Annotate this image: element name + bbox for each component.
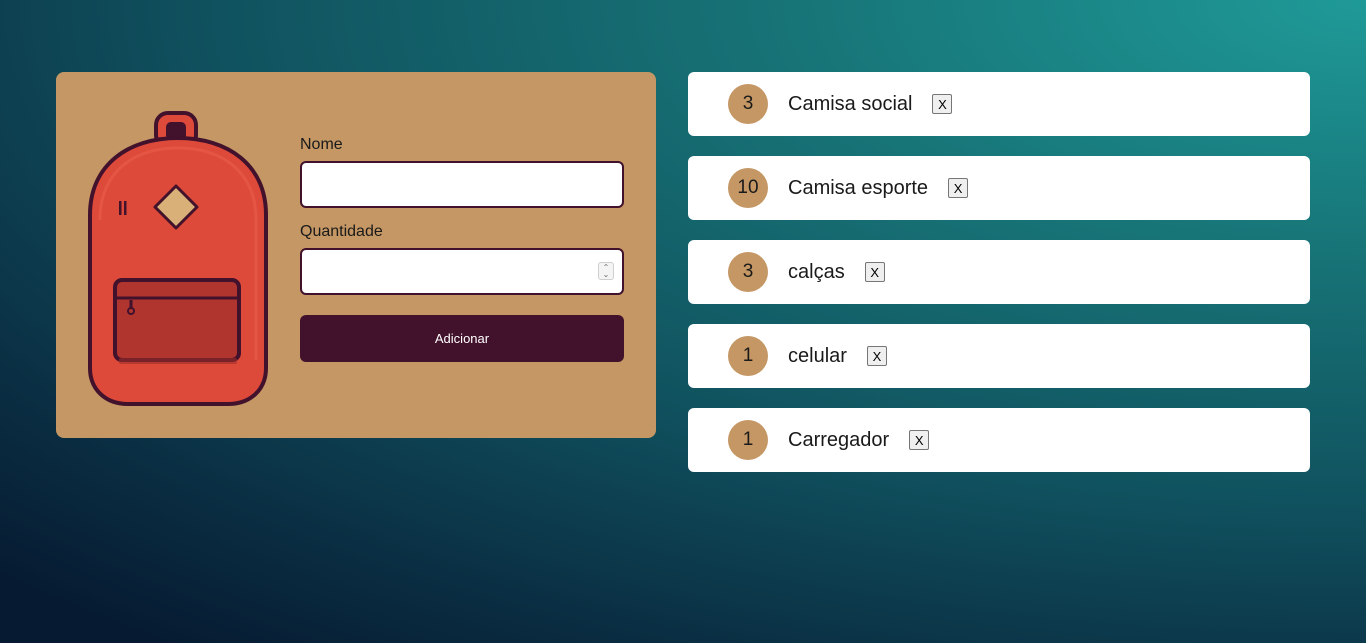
item-name: calças bbox=[788, 260, 845, 283]
quantity-field: ⌃ ⌄ bbox=[300, 248, 624, 295]
add-item-form: Nome Quantidade ⌃ ⌄ Adicionar bbox=[300, 136, 624, 362]
quantity-badge: 1 bbox=[728, 336, 768, 376]
remove-button[interactable]: X bbox=[864, 262, 885, 282]
list-item: 10 Camisa esporte X bbox=[688, 156, 1310, 220]
quantity-badge: 10 bbox=[728, 168, 768, 208]
list-item: 3 calças X bbox=[688, 240, 1310, 304]
list-item: 1 celular X bbox=[688, 324, 1310, 388]
remove-button[interactable]: X bbox=[932, 94, 953, 114]
quantity-badge: 3 bbox=[728, 84, 768, 124]
remove-button[interactable]: X bbox=[866, 346, 887, 366]
list-item: 3 Camisa social X bbox=[688, 72, 1310, 136]
quantity-badge: 1 bbox=[728, 420, 768, 460]
remove-button[interactable]: X bbox=[909, 430, 930, 450]
item-name: Carregador bbox=[788, 428, 890, 451]
chevron-down-icon[interactable]: ⌄ bbox=[603, 271, 610, 279]
quantity-input[interactable] bbox=[300, 248, 624, 295]
remove-button[interactable]: X bbox=[948, 178, 969, 198]
add-button[interactable]: Adicionar bbox=[300, 315, 624, 362]
list-item: 1 Carregador X bbox=[688, 408, 1310, 472]
name-label: Nome bbox=[300, 136, 343, 153]
item-name: Camisa social bbox=[788, 92, 913, 115]
quantity-badge: 3 bbox=[728, 252, 768, 292]
item-name: Camisa esporte bbox=[788, 176, 929, 199]
spinner-arrows-icon[interactable]: ⌃ ⌄ bbox=[598, 262, 614, 280]
quantity-label: Quantidade bbox=[300, 223, 383, 240]
name-input[interactable] bbox=[300, 161, 624, 208]
item-name: celular bbox=[788, 344, 847, 367]
item-list: 3 Camisa social X 10 Camisa esporte X 3 … bbox=[688, 72, 1310, 492]
backpack-icon bbox=[88, 111, 268, 406]
add-item-card: Nome Quantidade ⌃ ⌄ Adicionar bbox=[56, 72, 656, 438]
